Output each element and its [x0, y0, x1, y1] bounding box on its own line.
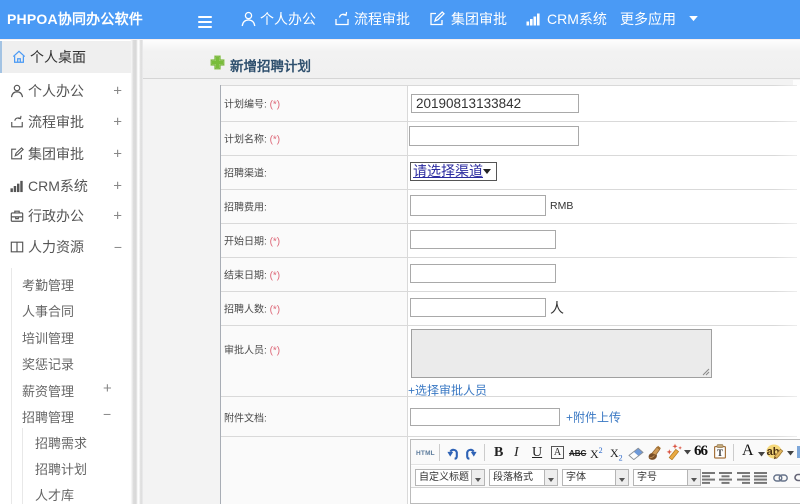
svg-text:T: T — [717, 448, 723, 458]
